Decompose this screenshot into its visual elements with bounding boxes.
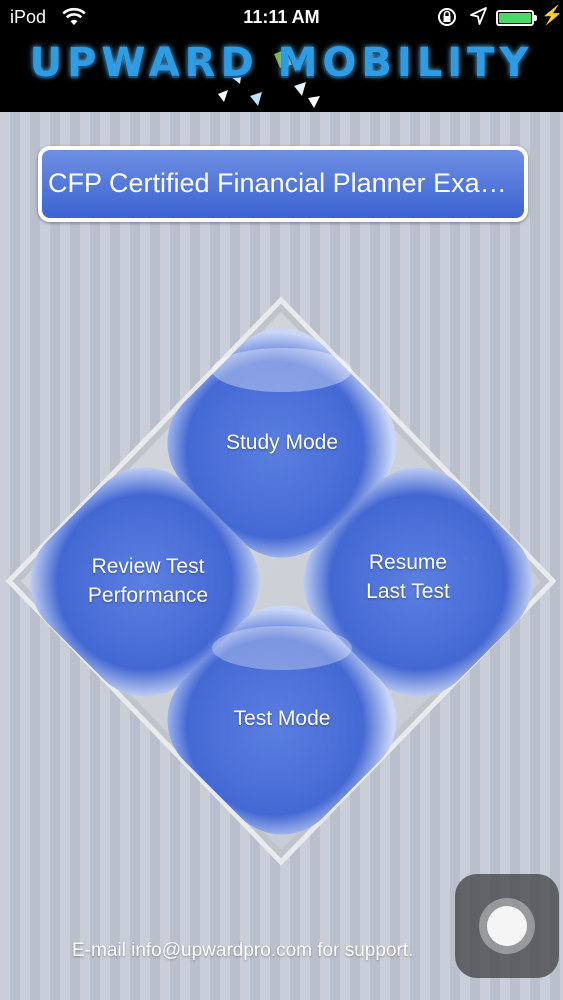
- assistive-touch-icon: [479, 898, 535, 954]
- study-mode-label: Study Mode: [225, 431, 339, 454]
- gloss-highlight: [212, 626, 352, 670]
- review-test-performance-label: Review Test Performance: [48, 552, 248, 610]
- review-label-line1: Review Test: [91, 555, 205, 578]
- resume-label-line1: Resume: [368, 551, 448, 574]
- gloss-highlight: [212, 348, 352, 392]
- test-mode-label: Test Mode: [233, 707, 331, 730]
- support-email-text[interactable]: E-mail info@upwardpro.com for support.: [72, 940, 413, 962]
- review-label-line2: Performance: [87, 584, 209, 607]
- diamond-menu: [5, 296, 557, 866]
- resume-last-test-label: Resume Last Test: [308, 548, 508, 606]
- assistive-touch-button[interactable]: [455, 874, 559, 978]
- resume-label-line2: Last Test: [366, 580, 450, 603]
